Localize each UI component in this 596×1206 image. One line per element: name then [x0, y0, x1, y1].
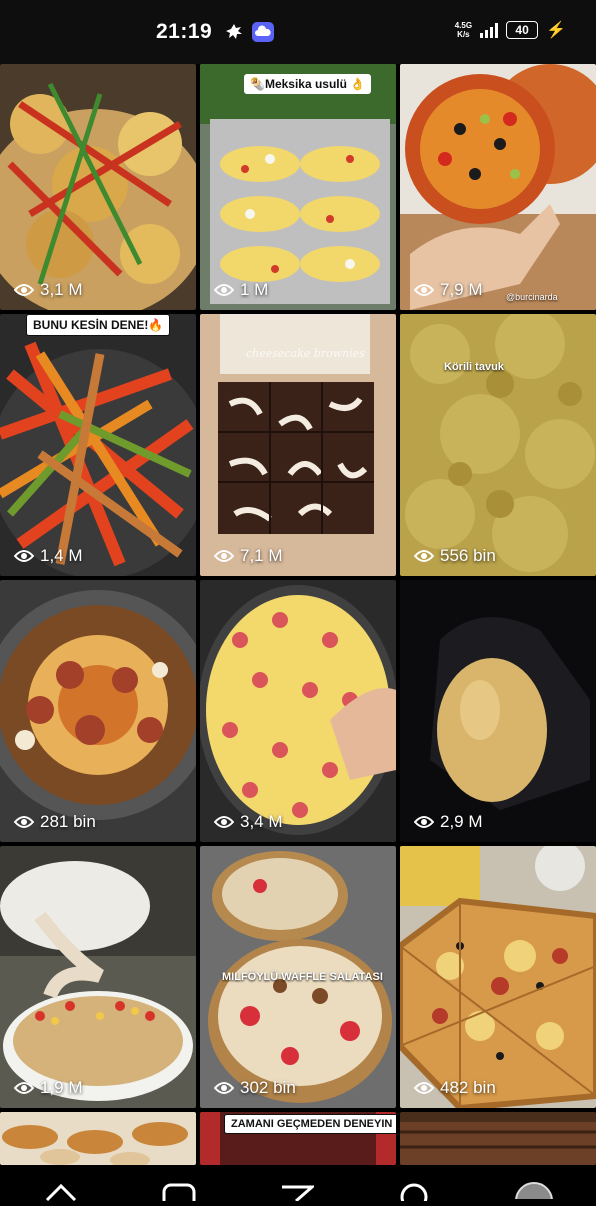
tile-image	[400, 580, 596, 842]
tile-caption: 🌯Meksika usulü 👌	[244, 74, 372, 94]
battery-level: 40	[515, 23, 529, 37]
home-icon[interactable]	[44, 1183, 78, 1206]
grid-tile[interactable]: 1,9 M	[0, 846, 196, 1108]
signal-icon	[480, 22, 499, 38]
tile-caption: ZAMANI GEÇMEDEN DENEYIN	[224, 1114, 396, 1134]
cloud-app-icon	[252, 22, 274, 47]
tile-caption: Körili tavuk	[444, 361, 504, 373]
eye-icon	[14, 284, 34, 296]
tile-image	[400, 64, 596, 310]
view-count: 482 bin	[414, 1078, 496, 1098]
tile-image	[0, 64, 196, 310]
view-count: 7,9 M	[414, 280, 483, 300]
view-count: 1,4 M	[14, 546, 83, 566]
grid-tile[interactable]: 3,4 M	[200, 580, 396, 842]
view-count: 2,9 M	[414, 812, 483, 832]
view-count: 281 bin	[14, 812, 96, 832]
network-speed: 4.5G K/s	[454, 21, 473, 39]
view-count: 1,9 M	[14, 1078, 83, 1098]
eye-icon	[214, 816, 234, 828]
eye-icon	[414, 1082, 434, 1094]
eye-icon	[214, 550, 234, 562]
tile-caption: BUNU KESİN DENE!🔥	[26, 314, 171, 336]
tile-caption: @burcinarda	[506, 292, 558, 302]
eye-icon	[214, 1082, 234, 1094]
search-icon[interactable]	[398, 1183, 432, 1206]
view-count: 3,4 M	[214, 812, 283, 832]
grid-tile[interactable]	[0, 1112, 196, 1165]
grid-tile[interactable]: @burcinarda 7,9 M	[400, 64, 596, 310]
status-indicators: 4.5G K/s 40 ⚡	[455, 20, 566, 40]
grid-tile[interactable]	[400, 1112, 596, 1165]
tile-caption: cheesecake brownies	[246, 347, 365, 360]
tile-image	[0, 580, 196, 842]
view-count: 1 M	[214, 280, 268, 300]
grid-tile[interactable]: ZAMANI GEÇMEDEN DENEYIN	[200, 1112, 396, 1165]
profile-avatar[interactable]	[514, 1181, 554, 1206]
grid-tile[interactable]: MILFÖYLÜ WAFFLE SALATASI 302 bin	[200, 846, 396, 1108]
tile-image	[400, 846, 596, 1108]
bottom-navigation	[0, 1165, 596, 1206]
notification-app-icon	[224, 22, 244, 47]
view-count: 7,1 M	[214, 546, 283, 566]
view-count: 302 bin	[214, 1078, 296, 1098]
status-bar: 21:19 4.5G K/s 40 ⚡	[0, 0, 596, 64]
grid-tile[interactable]: BUNU KESİN DENE!🔥 1,4 M	[0, 314, 196, 576]
tile-image	[200, 580, 396, 842]
view-count: 556 bin	[414, 546, 496, 566]
grid-tile[interactable]: cheesecake brownies 7,1 M	[200, 314, 396, 576]
eye-icon	[214, 284, 234, 296]
grid-tile[interactable]: Körili tavuk 556 bin	[400, 314, 596, 576]
grid-tile[interactable]: 🌯Meksika usulü 👌 1 M	[200, 64, 396, 310]
eye-icon	[14, 816, 34, 828]
eye-icon	[414, 816, 434, 828]
grid-tile[interactable]: 281 bin	[0, 580, 196, 842]
tile-image	[400, 1112, 596, 1165]
send-icon[interactable]	[280, 1183, 316, 1206]
grid-tile[interactable]: 482 bin	[400, 846, 596, 1108]
tile-image	[200, 64, 396, 310]
tile-caption: MILFÖYLÜ WAFFLE SALATASI	[222, 971, 383, 983]
battery-icon: 40	[506, 21, 539, 39]
eye-icon	[14, 1082, 34, 1094]
tile-image	[0, 846, 196, 1108]
grid-tile[interactable]: 3,1 M	[0, 64, 196, 310]
eye-icon	[414, 550, 434, 562]
charging-icon: ⚡	[546, 22, 566, 39]
status-time: 21:19	[156, 20, 213, 43]
eye-icon	[14, 550, 34, 562]
view-count: 3,1 M	[14, 280, 83, 300]
tile-image	[400, 314, 596, 576]
grid-tile[interactable]: 2,9 M	[400, 580, 596, 842]
tile-image	[0, 314, 196, 576]
tile-image	[0, 1112, 196, 1165]
reels-icon[interactable]	[162, 1183, 196, 1206]
eye-icon	[414, 284, 434, 296]
